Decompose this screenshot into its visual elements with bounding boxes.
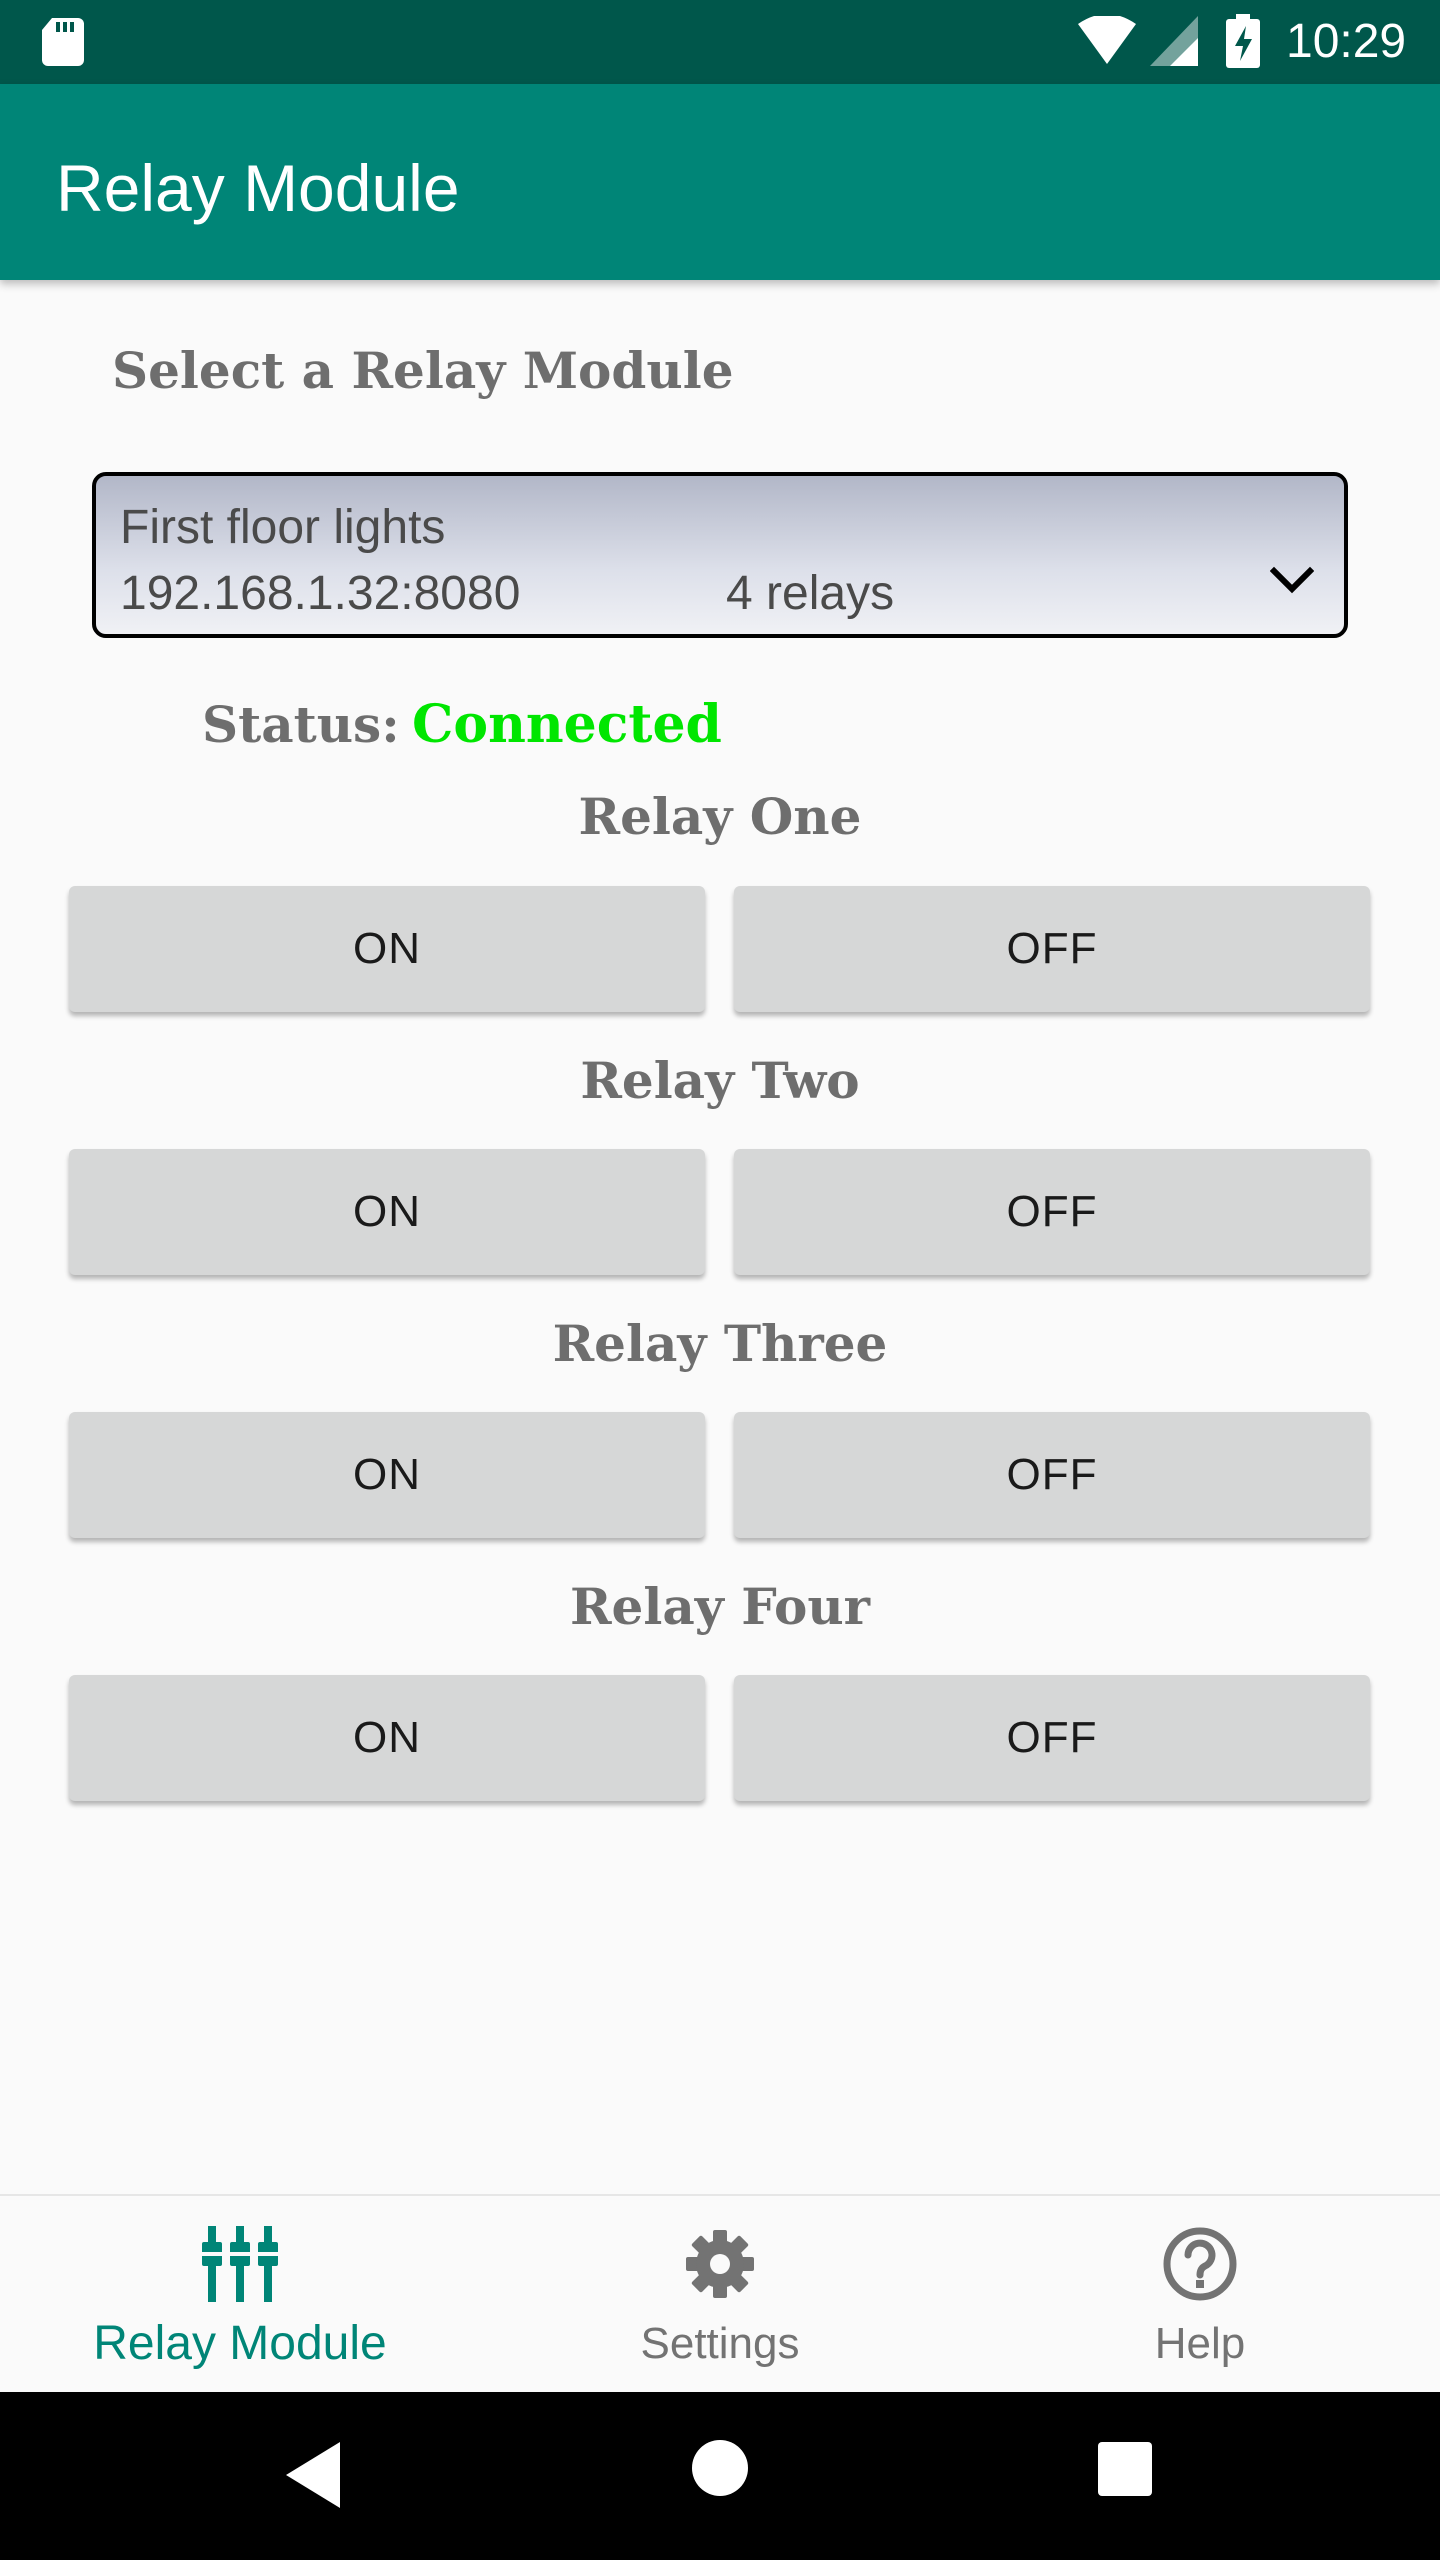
battery-charging-icon [1226,14,1260,68]
help-icon [1163,2227,1237,2301]
relay-title: Relay One [578,787,862,846]
system-navigation-bar [0,2392,1440,2560]
relay-three-on-button[interactable]: ON [69,1412,705,1538]
nav-item-settings[interactable]: Settings [480,2196,960,2394]
relay-four-on-button[interactable]: ON [69,1675,705,1801]
nav-label: Relay Module [93,2317,387,2370]
relay-four-off-button[interactable]: OFF [734,1675,1370,1801]
relay-module-icon [202,2226,278,2302]
cell-signal-icon [1150,16,1198,66]
relay-one-off-button[interactable]: OFF [734,886,1370,1012]
relay-title: Relay Three [552,1314,888,1373]
relay-two-on-button[interactable]: ON [69,1149,705,1275]
module-address: 192.168.1.32:8080 [120,567,521,620]
nav-item-help[interactable]: Help [960,2196,1440,2394]
app-bar: Relay Module [0,84,1440,280]
status-label: Status: [202,695,400,754]
status-value: Connected [412,694,722,755]
sd-card-icon [42,18,84,66]
relay-one-on-button[interactable]: ON [69,886,705,1012]
module-name: First floor lights [120,501,446,554]
status-bar: 10:29 [0,0,1440,84]
bottom-navigation: Relay Module Settings Help [0,2194,1440,2392]
back-icon[interactable] [286,2442,342,2508]
home-icon[interactable] [692,2440,748,2496]
module-relay-count: 4 relays [726,567,895,620]
relay-title: Relay Four [569,1577,871,1636]
nav-label: Settings [640,2319,800,2368]
nav-label: Help [1154,2319,1246,2368]
relay-module-spinner[interactable]: First floor lights 192.168.1.32:8080 4 r… [92,472,1348,638]
gear-icon [686,2230,754,2298]
app-title: Relay Module [56,151,460,225]
relay-three-off-button[interactable]: OFF [734,1412,1370,1538]
relay-title: Relay Two [580,1051,860,1110]
nav-item-relay-module[interactable]: Relay Module [0,2196,480,2394]
recents-icon[interactable] [1098,2442,1152,2496]
relay-two-off-button[interactable]: OFF [734,1149,1370,1275]
select-module-heading: Select a Relay Module [112,341,734,400]
clock: 10:29 [1286,15,1407,68]
wifi-icon [1078,16,1136,64]
chevron-down-icon [1270,566,1314,594]
